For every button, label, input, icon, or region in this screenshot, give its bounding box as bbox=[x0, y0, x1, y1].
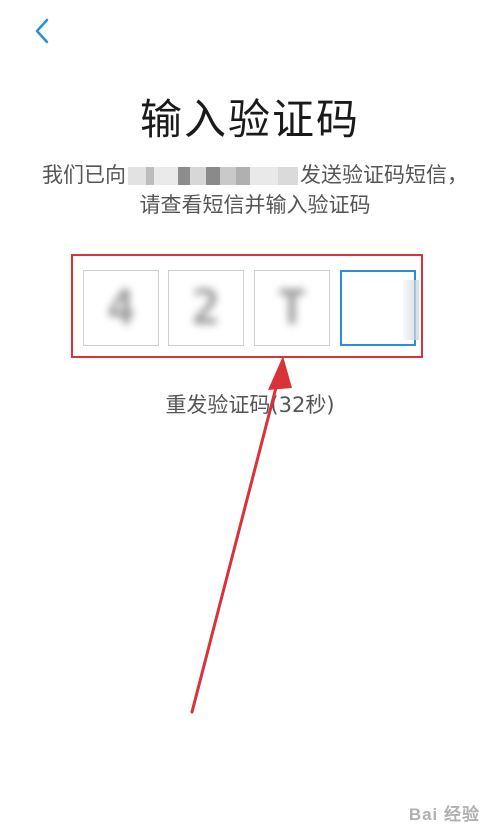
instruction-text: 我们已向 发送验证码短信，请查看短信并输入验证码 bbox=[40, 160, 470, 220]
code-input-2[interactable]: 2 bbox=[168, 270, 244, 346]
instruction-prefix: 我们已向 bbox=[42, 163, 126, 187]
chevron-left-icon bbox=[35, 18, 49, 44]
watermark-logo: Bai 经验 bbox=[408, 805, 480, 824]
code-char-3: T bbox=[277, 280, 307, 336]
code-char-1: 4 bbox=[106, 280, 136, 336]
page-title: 输入验证码 bbox=[139, 95, 360, 144]
resend-countdown[interactable]: 重发验证码(32秒) bbox=[0, 389, 500, 419]
masked-phone-number bbox=[128, 167, 298, 185]
blur-edge bbox=[403, 280, 419, 340]
code-input-1[interactable]: 4 bbox=[83, 270, 159, 346]
back-button[interactable] bbox=[28, 14, 56, 48]
code-char-2: 2 bbox=[191, 280, 221, 336]
code-input-3[interactable]: T bbox=[254, 270, 330, 346]
